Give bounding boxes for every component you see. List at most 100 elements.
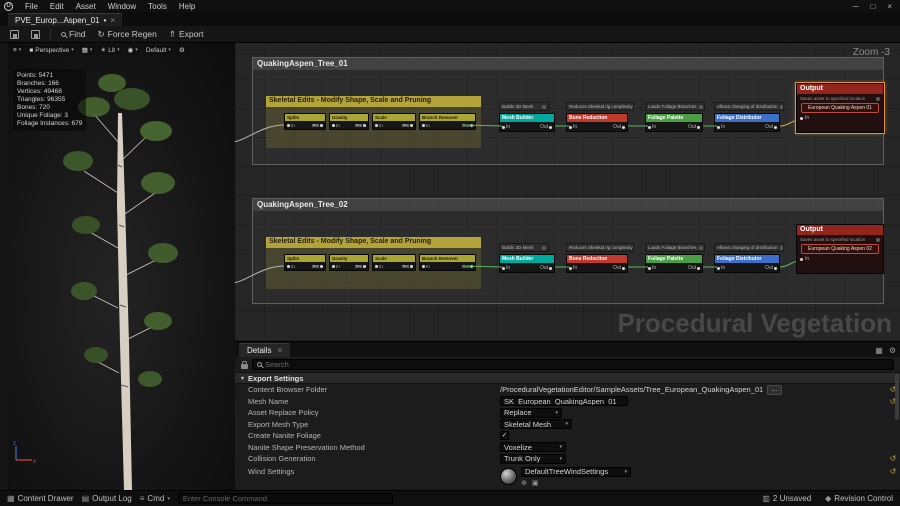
details-settings-icon[interactable]: ⚙ xyxy=(889,346,896,355)
comment-box-title[interactable]: QuakingAspen_Tree_01 xyxy=(253,58,883,70)
tab-close-icon[interactable]: × xyxy=(277,346,282,355)
menu-tools[interactable]: Tools xyxy=(142,2,173,11)
details-scrollbar[interactable] xyxy=(895,374,899,420)
wind-asset-thumbnail[interactable] xyxy=(500,468,517,485)
output-log-button[interactable]: ▤Output Log xyxy=(82,494,132,503)
search-box[interactable] xyxy=(252,359,894,370)
input-pin[interactable]: In xyxy=(569,124,577,130)
comment-bubble[interactable]: Loads Foliage Branches xyxy=(645,102,705,111)
graph-node-splits[interactable]: Splits InOut xyxy=(284,254,326,271)
unsaved-assets-button[interactable]: ▥2 Unsaved xyxy=(762,494,811,503)
input-pin[interactable]: In xyxy=(797,254,883,264)
minimize-button[interactable]: ─ xyxy=(853,2,859,11)
viewport-settings-button[interactable]: ⚙ xyxy=(176,45,188,55)
output-pin[interactable]: Out xyxy=(688,265,700,271)
input-pin[interactable]: In xyxy=(648,124,656,130)
folder-path-value[interactable]: /ProceduralVegetationEditor/SampleAssets… xyxy=(500,385,763,394)
input-pin[interactable]: In xyxy=(287,264,295,269)
output-pin[interactable]: Out xyxy=(613,124,625,130)
comment-bubble[interactable]: Allows changing of distribution xyxy=(714,243,784,252)
output-asset-badge[interactable]: European Quaking Aspen 01 xyxy=(801,103,879,113)
graph-node-branch-remover[interactable]: Branch Remover InOut xyxy=(419,254,476,271)
input-pin[interactable]: In xyxy=(648,265,656,271)
output-pin[interactable]: Out xyxy=(613,265,625,271)
console-command-box[interactable] xyxy=(178,493,393,504)
graph-node-gravity[interactable]: Gravity InOut xyxy=(329,254,369,271)
collision-generation-select[interactable]: Trunk Only▾ xyxy=(500,454,566,464)
input-pin[interactable]: In xyxy=(717,265,725,271)
mesh-name-input[interactable] xyxy=(500,396,628,406)
input-pin[interactable]: In xyxy=(502,265,510,271)
save-button[interactable] xyxy=(5,28,24,41)
show-flags-dropdown[interactable]: ◉▾ xyxy=(125,45,141,55)
comment-box-title[interactable]: QuakingAspen_Tree_02 xyxy=(253,199,883,211)
input-pin[interactable]: In xyxy=(287,123,295,128)
cmd-dropdown[interactable]: ≡Cmd▾ xyxy=(140,494,170,503)
wind-settings-select[interactable]: DefaultTreeWindSettings▾ xyxy=(521,467,631,477)
reset-to-default-icon[interactable]: ↺ xyxy=(886,467,900,476)
asset-tab[interactable]: PVE_Europ...Aspen_01 • × xyxy=(8,13,122,26)
graph-node-scale[interactable]: Scale InOut xyxy=(372,113,416,130)
menu-window[interactable]: Window xyxy=(102,2,142,11)
graph-node-branch-remover[interactable]: Branch Remover InOut xyxy=(419,113,476,130)
comment-bubble[interactable]: Loads Foliage Branches xyxy=(645,243,705,252)
input-pin[interactable]: In xyxy=(422,264,430,269)
output-node[interactable]: Output Saves asset to specified location… xyxy=(796,224,884,274)
graph-node-bone-reduction[interactable]: Bone Reduction InOut xyxy=(566,113,628,132)
category-export-settings[interactable]: ▾ Export Settings xyxy=(235,372,900,384)
maximize-button[interactable]: □ xyxy=(870,2,875,11)
node-graph-canvas[interactable]: Zoom -3 Procedural Vegetation QuakingAsp… xyxy=(235,43,900,341)
console-command-input[interactable] xyxy=(183,494,388,503)
graph-node-foliage-palette[interactable]: Foliage Palette InOut xyxy=(645,113,703,132)
menu-help[interactable]: Help xyxy=(173,2,201,11)
group-skeletal-edits[interactable]: Skeletal Edits - Modify Shape, Scale and… xyxy=(266,237,481,289)
input-pin[interactable]: In xyxy=(569,265,577,271)
lit-mode-dropdown[interactable]: ☀Lit▾ xyxy=(97,45,122,55)
nanite-shape-method-select[interactable]: Voxelize▾ xyxy=(500,442,566,452)
find-button[interactable]: Find xyxy=(56,27,91,41)
menu-asset[interactable]: Asset xyxy=(70,2,102,11)
comment-bubble[interactable]: Reduces Skeletal rig complexity xyxy=(566,243,634,252)
graph-node-gravity[interactable]: Gravity InOut xyxy=(329,113,369,130)
input-pin[interactable]: In xyxy=(375,123,383,128)
menu-file[interactable]: File xyxy=(19,2,44,11)
view-options-icon[interactable]: ▦ xyxy=(875,346,883,355)
content-drawer-button[interactable]: ▦Content Drawer xyxy=(7,494,74,503)
comment-bubble[interactable]: Builds 3D Mesh xyxy=(499,243,549,252)
search-input[interactable] xyxy=(265,360,889,369)
output-pin[interactable]: Out xyxy=(355,264,366,269)
comment-bubble[interactable]: Reduces Skeletal rig complexity xyxy=(566,102,634,111)
group-title[interactable]: Skeletal Edits - Modify Shape, Scale and… xyxy=(266,96,481,107)
output-pin[interactable]: Out xyxy=(540,265,552,271)
create-nanite-foliage-checkbox[interactable]: ✓ xyxy=(500,431,509,440)
output-asset-badge[interactable]: European Quaking Aspen 02 xyxy=(801,244,879,254)
group-title[interactable]: Skeletal Edits - Modify Shape, Scale and… xyxy=(266,237,481,248)
close-button[interactable]: × xyxy=(887,2,892,11)
input-pin[interactable]: In xyxy=(797,113,883,123)
input-pin[interactable]: In xyxy=(717,124,725,130)
output-node[interactable]: Output Saves asset to specified location… xyxy=(796,83,884,133)
lock-icon[interactable] xyxy=(241,364,248,369)
input-pin[interactable]: In xyxy=(375,264,383,269)
graph-node-foliage-palette[interactable]: Foliage Palette InOut xyxy=(645,254,703,273)
input-pin[interactable]: In xyxy=(502,124,510,130)
comment-bubble[interactable]: Allows changing of distribution xyxy=(714,102,784,111)
perspective-dropdown[interactable]: ■Perspective▾ xyxy=(26,45,76,55)
browse-to-asset-icon[interactable]: ▣ xyxy=(532,479,539,487)
graph-node-foliage-distributor[interactable]: Foliage Distributor InOut xyxy=(714,254,780,273)
output-pin[interactable]: Out xyxy=(462,123,473,128)
group-skeletal-edits[interactable]: Skeletal Edits - Modify Shape, Scale and… xyxy=(266,96,481,148)
graph-node-bone-reduction[interactable]: Bone Reduction InOut xyxy=(566,254,628,273)
output-pin[interactable]: Out xyxy=(402,264,413,269)
asset-replace-policy-select[interactable]: Replace▾ xyxy=(500,408,562,418)
input-pin[interactable]: In xyxy=(332,264,340,269)
comment-bubble[interactable]: Builds 3D Mesh xyxy=(499,102,549,111)
browse-button[interactable] xyxy=(26,28,45,41)
graph-node-mesh-builder[interactable]: Mesh Builder InOut xyxy=(499,113,555,132)
reset-to-default-icon[interactable]: ↺ xyxy=(886,454,900,463)
output-pin[interactable]: Out xyxy=(355,123,366,128)
default-profile-dropdown[interactable]: Default▾ xyxy=(143,45,174,55)
export-button[interactable]: ⇑Export xyxy=(164,27,209,42)
comment-box-tree-02[interactable]: QuakingAspen_Tree_02 Skeletal Edits - Mo… xyxy=(252,198,884,304)
comment-box-tree-01[interactable]: QuakingAspen_Tree_01 Skeletal Edits - Mo… xyxy=(252,57,884,165)
